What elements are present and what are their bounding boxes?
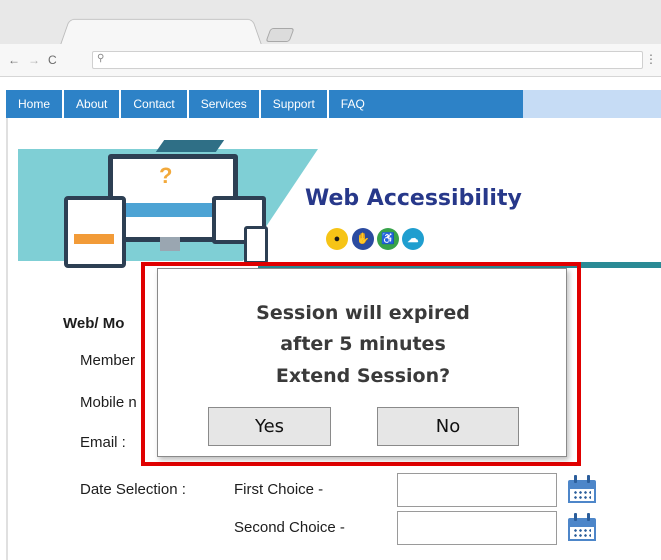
site-title: Web Accessibility [305,186,522,211]
reload-icon[interactable]: C [48,53,57,67]
browser-tabstrip [0,0,661,45]
back-arrow-icon[interactable]: ← [8,53,20,67]
nav-item-contact[interactable]: Contact [121,90,189,118]
monitor-stand-illustration [160,237,180,251]
date-selection-label: Date Selection : [80,481,186,498]
calendar-icon[interactable] [568,513,596,541]
calendar-icon[interactable] [568,475,596,503]
dialog-message-line-3: Extend Session? [275,365,451,387]
tablet-illustration [64,196,126,268]
forward-arrow-icon[interactable]: → [28,53,40,67]
second-choice-date-input[interactable] [397,511,557,545]
brain-icon: ☁ [402,228,424,250]
nav-menu: Home About Contact Services Support FAQ [6,90,523,118]
address-bar[interactable]: ⚲ [92,51,643,69]
nav-item-support[interactable]: Support [261,90,329,118]
browser-tab[interactable] [60,18,262,45]
browser-toolbar: ← → C ⚲ ⋮ [0,44,661,77]
nav-item-services[interactable]: Services [189,90,261,118]
member-label: Member [80,352,136,369]
nav-item-home[interactable]: Home [6,90,65,118]
form-heading: Web/ Mo [63,315,125,332]
session-timeout-dialog: Session will expired after 5 minutes Ext… [157,268,567,457]
nav-item-about[interactable]: About [64,90,122,118]
email-label: Email : [80,434,126,451]
first-choice-date-input[interactable] [397,473,557,507]
wheelchair-icon: ♿ [377,228,399,250]
search-icon: ⚲ [97,53,105,64]
banner-accent [155,140,225,152]
dialog-message-line-1: Session will expired [256,302,470,324]
mobile-label: Mobile n [80,394,137,411]
phone-illustration [244,226,268,264]
dialog-message-line-2: after 5 minutes [280,333,446,355]
browser-menu-icon[interactable]: ⋮ [645,52,657,66]
eye-icon: ● [326,228,348,250]
second-choice-label: Second Choice - [234,519,345,536]
sign-language-icon: ✋ [352,228,374,250]
site-navigation: Home About Contact Services Support FAQ [6,90,661,118]
nav-item-faq[interactable]: FAQ [329,90,377,118]
new-tab-button[interactable] [265,28,295,42]
first-choice-label: First Choice - [234,481,324,498]
yes-button[interactable]: Yes [208,407,331,446]
no-button[interactable]: No [377,407,519,446]
